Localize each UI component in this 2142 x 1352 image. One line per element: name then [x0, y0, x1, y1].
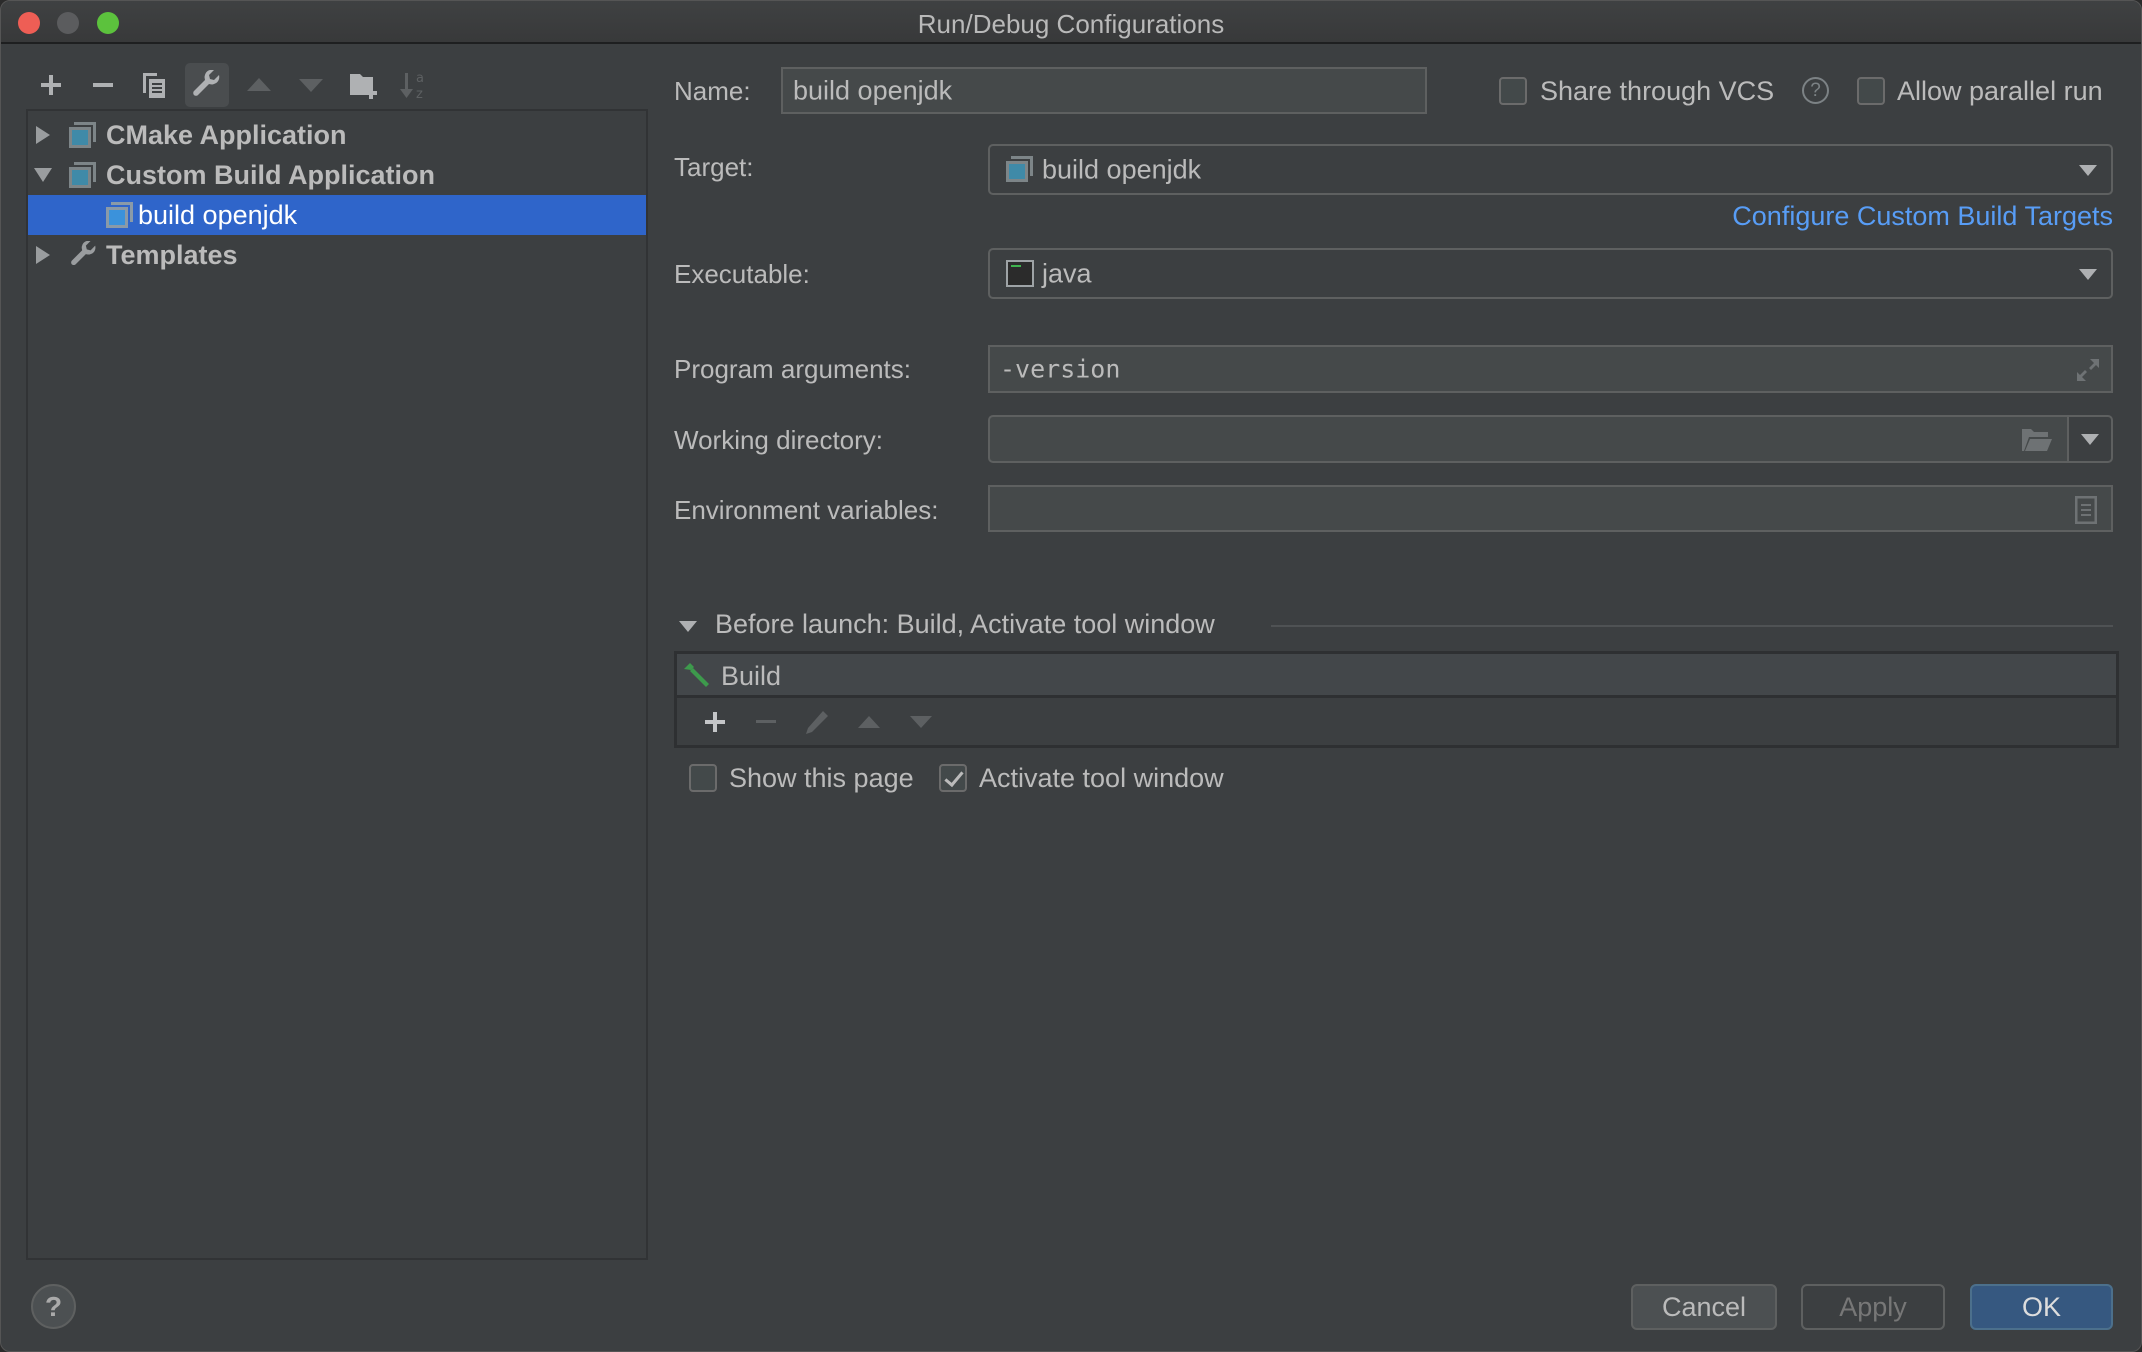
target-label: Target:	[674, 152, 754, 182]
target-dropdown[interactable]: build openjdk	[988, 144, 2113, 195]
folder-open-icon[interactable]	[2021, 428, 2053, 452]
environment-variables-input[interactable]	[988, 485, 2113, 532]
new-folder-button[interactable]	[342, 63, 386, 107]
expand-arrow-icon[interactable]	[36, 126, 50, 144]
before-launch-header: Before launch: Build, Activate tool wind…	[715, 609, 1215, 639]
activate-tool-window-label: Activate tool window	[979, 763, 1224, 793]
share-vcs-checkbox[interactable]	[1499, 77, 1527, 105]
add-configuration-button[interactable]	[29, 63, 73, 107]
app-config-icon	[1006, 156, 1033, 182]
task-label: Build	[721, 661, 782, 691]
remove-icon	[756, 720, 776, 723]
move-up-icon	[858, 716, 880, 728]
add-icon	[705, 712, 725, 732]
svg-text:a: a	[416, 71, 424, 86]
remove-configuration-button[interactable]	[81, 63, 125, 107]
share-vcs-label: Share through VCS	[1540, 76, 1775, 106]
allow-parallel-label: Allow parallel run	[1897, 76, 2103, 106]
name-input-value: build openjdk	[793, 75, 953, 105]
svg-text:z: z	[416, 87, 423, 101]
remove-icon	[93, 83, 113, 87]
edit-task-button[interactable]	[799, 704, 835, 740]
terminal-icon	[1006, 260, 1034, 287]
program-arguments-input[interactable]: -version	[988, 345, 2113, 393]
edit-templates-button[interactable]	[185, 63, 229, 107]
collapse-arrow-icon[interactable]	[34, 168, 52, 182]
executable-value: java	[1042, 258, 1092, 288]
before-launch-task-build[interactable]: Build	[677, 654, 2116, 698]
app-config-icon	[106, 202, 133, 228]
expand-arrow-icon[interactable]	[36, 246, 50, 264]
help-button[interactable]: ?	[31, 1284, 76, 1329]
add-task-button[interactable]	[697, 704, 733, 740]
chevron-down-icon	[2081, 434, 2099, 445]
program-arguments-label: Program arguments:	[674, 354, 911, 384]
move-down-icon	[299, 79, 323, 92]
tree-item-label: Templates	[106, 239, 238, 270]
tree-item-label: build openjdk	[138, 199, 298, 230]
configuration-tree: CMake Application Custom Build Applicati…	[26, 109, 648, 1260]
tree-item-label: CMake Application	[106, 119, 347, 150]
working-directory-macro-dropdown[interactable]	[2067, 415, 2113, 463]
chevron-down-icon	[2079, 268, 2097, 280]
move-up-button[interactable]	[237, 63, 281, 107]
executable-label: Executable:	[674, 259, 810, 289]
add-icon	[41, 75, 61, 95]
tree-item-cmake-application[interactable]: CMake Application	[28, 115, 646, 155]
show-this-page-label: Show this page	[729, 763, 914, 793]
configure-custom-build-targets-link[interactable]: Configure Custom Build Targets	[1732, 201, 2113, 232]
name-label: Name:	[674, 76, 751, 106]
copy-icon	[143, 73, 165, 98]
app-config-icon	[69, 122, 96, 148]
before-launch-separator	[1271, 625, 2113, 627]
chevron-down-icon	[2079, 164, 2097, 176]
allow-parallel-checkbox[interactable]	[1857, 77, 1885, 105]
before-launch-toggle[interactable]	[679, 621, 697, 632]
target-value: build openjdk	[1042, 154, 1202, 184]
ok-button[interactable]: OK	[1970, 1284, 2113, 1330]
activate-tool-window-checkbox[interactable]	[939, 764, 967, 792]
pencil-icon	[806, 711, 828, 734]
wrench-icon	[71, 241, 96, 266]
title-bar: Run/Debug Configurations	[1, 1, 2141, 44]
name-input[interactable]: build openjdk	[781, 67, 1427, 114]
working-directory-input[interactable]	[988, 415, 2069, 463]
working-directory-label: Working directory:	[674, 425, 884, 455]
move-up-icon	[247, 78, 271, 91]
app-config-icon	[69, 162, 96, 188]
tree-item-custom-build-application[interactable]: Custom Build Application	[28, 155, 646, 195]
copy-configuration-button[interactable]	[132, 63, 176, 107]
executable-dropdown[interactable]: java	[988, 248, 2113, 299]
wrench-icon	[193, 70, 220, 96]
help-icon[interactable]: ?	[1802, 77, 1829, 104]
window-title: Run/Debug Configurations	[917, 9, 1225, 39]
move-task-down-button[interactable]	[903, 704, 939, 740]
new-folder-icon	[350, 74, 377, 99]
expand-icon[interactable]	[2075, 357, 2101, 383]
tree-item-label: Custom Build Application	[106, 159, 435, 190]
tree-item-build-openjdk[interactable]: build openjdk	[28, 195, 646, 235]
before-launch-task-list: Build	[674, 651, 2119, 748]
move-task-up-button[interactable]	[851, 704, 887, 740]
run-debug-dialog: Run/Debug Configurations az CMake Applic…	[0, 0, 2142, 1352]
show-this-page-checkbox[interactable]	[689, 764, 717, 792]
apply-button[interactable]: Apply	[1801, 1284, 1945, 1330]
environment-variables-label: Environment variables:	[674, 495, 939, 525]
edit-list-icon[interactable]	[2075, 496, 2097, 524]
remove-task-button[interactable]	[748, 704, 784, 740]
hammer-icon	[684, 663, 709, 687]
move-down-button[interactable]	[289, 63, 333, 107]
sort-alpha-icon: az	[400, 71, 424, 101]
sort-button[interactable]: az	[392, 63, 436, 107]
tree-item-templates[interactable]: Templates	[28, 235, 646, 275]
cancel-button[interactable]: Cancel	[1631, 1284, 1777, 1330]
program-arguments-value: -version	[1000, 354, 1121, 384]
move-down-icon	[910, 716, 932, 728]
